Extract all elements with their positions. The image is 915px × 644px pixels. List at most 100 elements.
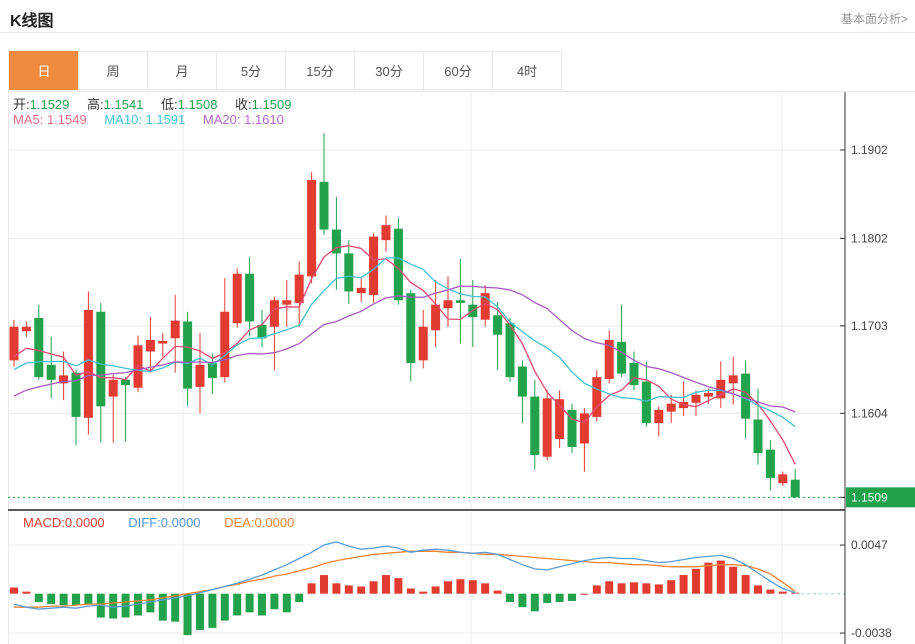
macd-bar [84,594,92,604]
macd-bar [419,592,427,594]
macd-bar [692,569,700,594]
high-value: 1.1541 [104,97,144,112]
ohlc-legend: 开:1.1529 高:1.1541 低:1.1508 收:1.1509 [13,94,305,113]
macd-bar [370,581,378,593]
candle-body [692,395,701,403]
candle-body [109,380,118,397]
candle-body [530,397,539,455]
macd-bar [233,594,241,616]
macd-bar [766,590,774,594]
diff-value: DIFF:0.0000 [128,515,200,530]
candle-body [791,480,800,498]
tab-15min[interactable]: 15分 [285,51,355,90]
candle-body [220,312,229,377]
candle-body [158,341,167,344]
macd-legend: MACD:0.0000 DIFF:0.0000 DEA:0.0000 [23,515,294,530]
macd-bar [60,594,68,605]
tab-day[interactable]: 日 [9,51,79,90]
candle-body [34,318,43,377]
macd-bar [680,575,688,594]
close-value: 1.1509 [252,97,292,112]
macd-bar [518,594,526,607]
candle-body [382,225,391,240]
tab-4hour[interactable]: 4时 [492,51,562,90]
macd-bar [184,594,192,635]
macd-bar [357,586,365,593]
candle-body [642,382,651,424]
candle-body [47,365,56,380]
macd-bar [308,583,316,593]
candle-body [456,300,465,303]
candle-body [518,367,527,397]
tab-week[interactable]: 周 [78,51,148,90]
macd-bar [630,582,638,593]
macd-bar [258,594,266,616]
macd-bar [618,583,626,593]
macd-bar [667,580,675,593]
macd-bar [655,584,663,593]
macd-bar [246,594,254,613]
candle-body [394,229,403,301]
candle-body [506,323,515,377]
candle-body [667,404,676,412]
macd-bar [10,587,18,593]
current-price-badge-text: 1.1509 [851,490,888,504]
macd-bar [35,594,43,602]
candle-body [233,274,242,323]
macd-bar [742,575,750,594]
ma5-line [14,246,795,464]
macd-bar [779,592,787,594]
open-value: 1.1529 [30,97,70,112]
macd-bar [295,594,303,602]
macd-bar [568,594,576,601]
ma-legend: MA5: 1.1549 MA10: 1.1591 MA20: 1.1610 [13,112,284,127]
macd-bar [432,586,440,593]
macd-bar [580,594,588,595]
candle-body [754,420,763,454]
candle-body [10,327,19,361]
ma10-line [14,258,795,427]
dea-line [14,551,795,607]
macd-bar [543,594,551,603]
candle-body [171,321,180,339]
macd-bar [407,589,415,594]
candle-body [196,365,205,387]
macd-bar [593,585,601,593]
macd-bar [196,594,204,630]
y-axis-label: 1.1802 [851,231,888,245]
candle-body [121,380,130,385]
macd-bar [704,563,712,594]
candle-body [444,300,453,308]
y-axis-label: 1.1703 [851,319,888,333]
low-value: 1.1508 [178,97,218,112]
candle-body [778,474,787,483]
low-label: 低: [161,97,178,112]
tab-60min[interactable]: 60分 [423,51,493,90]
candle-body [84,310,93,418]
macd-bar [221,594,229,621]
macd-bar [494,591,502,594]
candle-body [654,410,663,423]
ma10-legend: MA10: 1.1591 [104,112,185,127]
candle-body [729,375,738,383]
candle-body [96,312,105,407]
candle-body [493,315,502,334]
macd-bar [394,578,402,594]
macd-bar [47,594,55,604]
candle-body [419,327,428,361]
macd-bar [382,575,390,594]
macd-bar [444,581,452,593]
high-label: 高: [87,97,104,112]
macd-bar [320,575,328,594]
tab-30min[interactable]: 30分 [354,51,424,90]
candle-body [320,182,329,230]
candle-body [766,450,775,478]
candle-body [357,288,366,293]
y-axis-label: 0.0047 [851,538,888,552]
y-axis-label: -0.0038 [851,626,892,640]
macd-bar [456,579,464,593]
tab-5min[interactable]: 5分 [216,51,286,90]
candle-body [344,253,353,291]
tab-month[interactable]: 月 [147,51,217,90]
candle-body [146,340,155,351]
